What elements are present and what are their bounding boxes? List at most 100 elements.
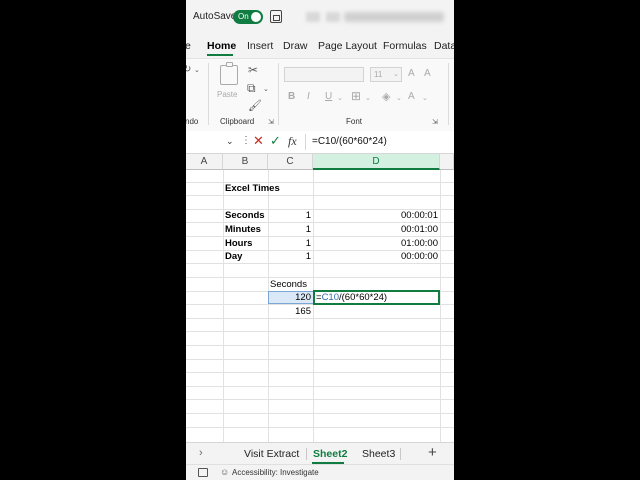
formula-bar-divider	[305, 134, 306, 150]
clipboard-clip-icon	[226, 62, 233, 67]
copy-icon[interactable]: ⧉	[247, 82, 256, 94]
worksheet-grid[interactable]: Excel Times Seconds 1 00:00:01 Minutes 1…	[186, 170, 454, 442]
cancel-icon[interactable]: ✕	[253, 133, 264, 149]
cell-mode-icon[interactable]	[198, 468, 208, 477]
namebox-chevron-down-icon[interactable]: ⌄	[226, 136, 234, 147]
column-header-c[interactable]: C	[268, 154, 313, 170]
tab-home[interactable]: Home	[207, 40, 236, 52]
tab-insert[interactable]: Insert	[247, 40, 273, 52]
right-black-bar	[454, 0, 640, 480]
cell-label[interactable]: Seconds	[225, 209, 265, 222]
undo-group-label: ndo	[186, 117, 199, 126]
accessibility-icon[interactable]: ☺	[220, 467, 229, 477]
cell-value[interactable]: 1	[268, 250, 311, 263]
bold-button[interactable]: B	[288, 92, 295, 102]
formula-input[interactable]: =C10/(60*60*24)	[312, 136, 387, 147]
font-size-dropdown[interactable]: 11 ⌄	[370, 67, 402, 82]
grid-line	[440, 170, 441, 442]
enter-icon[interactable]: ✓	[270, 133, 281, 149]
cell-b2-title[interactable]: Excel Times	[225, 182, 280, 195]
cell-value[interactable]: 1	[268, 237, 311, 250]
tab-page-layout[interactable]: Page Layout	[318, 40, 377, 52]
cell-c9-label[interactable]: Seconds	[270, 278, 307, 291]
grid-line	[186, 399, 454, 400]
autosave-toggle[interactable]: On	[233, 10, 263, 24]
grid-line	[186, 386, 454, 387]
tab-data[interactable]: Data	[434, 40, 454, 52]
format-painter-icon[interactable]: 🖌	[248, 101, 262, 112]
grid-line	[186, 413, 454, 414]
chevron-down-icon[interactable]: ⌄	[194, 66, 200, 76]
cell-time[interactable]: 00:00:01	[313, 209, 438, 222]
active-tab-indicator	[207, 54, 233, 56]
chevron-down-icon[interactable]: ⌄	[396, 94, 402, 104]
borders-icon[interactable]: ⊞	[351, 90, 361, 102]
blurred-document-title	[344, 12, 444, 22]
toggle-knob	[251, 12, 261, 22]
sheet-tab-visit-extract[interactable]: Visit Extract	[244, 448, 299, 460]
cell-value[interactable]: 1	[268, 223, 311, 236]
font-color-icon[interactable]: A	[408, 92, 415, 102]
title-bar: AutoSave On	[186, 0, 454, 34]
autosave-state: On	[238, 12, 249, 21]
grid-line	[186, 331, 454, 332]
cell-label[interactable]: Hours	[225, 237, 252, 250]
sheet-tab-divider	[306, 448, 307, 460]
grid-line	[186, 345, 454, 346]
cell-c11-value[interactable]: 165	[268, 305, 311, 318]
grid-line	[186, 263, 454, 264]
sheet-tab-sheet2[interactable]: Sheet2	[313, 448, 347, 460]
chevron-down-icon[interactable]: ⌄	[365, 94, 371, 104]
redo-icon[interactable]: ↻	[186, 65, 191, 75]
grid-line	[223, 170, 224, 442]
increase-font-icon[interactable]: A	[408, 69, 415, 79]
more-options-icon[interactable]: ⋮	[241, 135, 251, 146]
cell-time[interactable]: 00:01:00	[313, 223, 438, 236]
column-header-a[interactable]: A	[186, 154, 223, 170]
font-group-label: Font	[346, 117, 363, 126]
formula-cell-reference: C10	[321, 292, 339, 303]
grid-line	[186, 277, 454, 278]
cell-d10-editing[interactable]: =C10/(60*60*24)	[316, 291, 387, 304]
cell-c10-value[interactable]: 120	[268, 291, 311, 304]
underline-button[interactable]: U	[325, 92, 332, 102]
blurred-toolbar-icon	[306, 12, 320, 22]
column-header-e[interactable]	[440, 154, 454, 170]
paste-label: Paste	[217, 90, 238, 99]
dialog-launcher-icon[interactable]: ⇲	[268, 118, 274, 128]
add-sheet-button[interactable]: +	[428, 444, 437, 461]
chevron-down-icon[interactable]: ⌄	[422, 94, 428, 104]
decrease-font-icon[interactable]: A	[424, 69, 431, 79]
save-icon[interactable]	[270, 10, 282, 23]
accessibility-status[interactable]: Accessibility: Investigate	[232, 468, 319, 477]
column-header-b[interactable]: B	[223, 154, 268, 170]
paste-icon[interactable]	[220, 65, 238, 85]
column-header-d[interactable]: D	[313, 154, 440, 170]
font-name-dropdown[interactable]	[284, 67, 364, 82]
sheet-tab-bar: › Visit Extract Sheet2 Sheet3 +	[186, 442, 454, 465]
sheet-nav-chevron-right-icon[interactable]: ›	[199, 447, 203, 459]
fill-color-icon[interactable]: ◈	[382, 92, 390, 103]
cut-icon[interactable]: ✂	[248, 64, 258, 76]
insert-function-icon[interactable]: fx	[288, 134, 297, 149]
dialog-launcher-icon[interactable]: ⇲	[432, 118, 438, 128]
left-black-bar	[0, 0, 186, 480]
tab-draw[interactable]: Draw	[283, 40, 308, 52]
chevron-down-icon: ⌄	[393, 71, 399, 78]
cell-label[interactable]: Minutes	[225, 223, 261, 236]
sheet-tab-sheet3[interactable]: Sheet3	[362, 448, 395, 460]
clipboard-group-label: Clipboard	[220, 117, 255, 126]
cell-value[interactable]: 1	[268, 209, 311, 222]
group-divider	[448, 63, 449, 125]
tab-formulas[interactable]: Formulas	[383, 40, 427, 52]
chevron-down-icon[interactable]: ⌄	[337, 94, 343, 104]
status-bar: ☺ Accessibility: Investigate	[186, 464, 454, 480]
blurred-toolbar-icon	[326, 12, 340, 22]
cell-time[interactable]: 01:00:00	[313, 237, 438, 250]
cell-time[interactable]: 00:00:00	[313, 250, 438, 263]
grid-line	[186, 372, 454, 373]
tab-file-partial[interactable]: e	[186, 40, 191, 52]
copy-chevron-down-icon[interactable]: ⌄	[263, 85, 269, 95]
italic-button[interactable]: I	[307, 92, 310, 102]
cell-label[interactable]: Day	[225, 250, 242, 263]
